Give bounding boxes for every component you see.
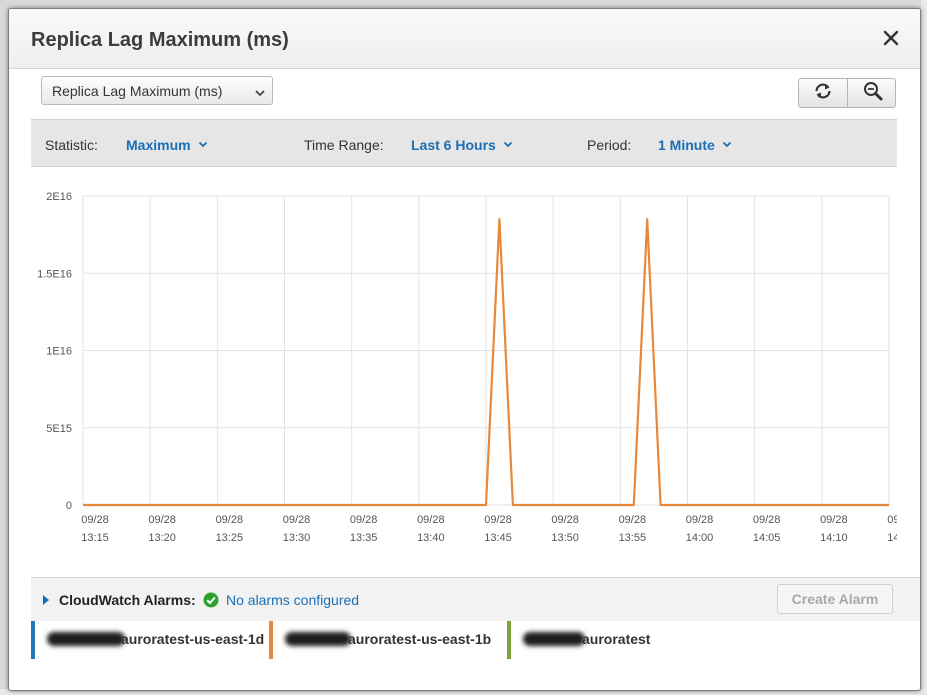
chevron-down-icon <box>722 135 732 151</box>
x-tick-label: 14:10 <box>820 532 848 544</box>
chevron-down-icon <box>198 135 208 151</box>
x-tick-label: 13:40 <box>417 532 445 544</box>
x-tick-label: 14:00 <box>686 532 714 544</box>
y-tick-label: 2E16 <box>46 191 72 203</box>
x-tick-label: 09/28 <box>820 514 848 526</box>
metric-modal: Replica Lag Maximum (ms) Replica Lag Max… <box>8 8 921 691</box>
y-tick-label: 1.5E16 <box>37 268 72 280</box>
redacted-text <box>47 632 125 646</box>
x-tick-label: 09/28 <box>686 514 714 526</box>
statistic-label: Statistic: <box>45 137 98 153</box>
chevron-down-icon <box>503 135 513 151</box>
chevron-down-icon <box>254 85 266 101</box>
x-tick-label: 14:15 <box>887 532 897 544</box>
x-tick-label: 13:25 <box>216 532 244 544</box>
x-tick-label: 13:45 <box>484 532 512 544</box>
x-tick-label: 09/28 <box>148 514 176 526</box>
alarms-label: CloudWatch Alarms: <box>59 592 196 608</box>
period-value: 1 Minute <box>658 137 715 153</box>
redacted-text <box>285 632 351 646</box>
y-tick-label: 1E16 <box>46 346 72 358</box>
legend-item[interactable]: auroratest-us-east-1d <box>31 621 269 659</box>
refresh-icon <box>812 80 834 107</box>
x-tick-label: 13:35 <box>350 532 378 544</box>
legend-item[interactable]: auroratest-us-east-1b <box>269 621 507 659</box>
time-range-value: Last 6 Hours <box>411 137 496 153</box>
x-tick-label: 09/28 <box>484 514 512 526</box>
y-tick-label: 0 <box>66 500 72 512</box>
create-alarm-button[interactable]: Create Alarm <box>777 584 893 614</box>
modal-title: Replica Lag Maximum (ms) <box>31 29 289 51</box>
check-circle-icon <box>203 592 219 613</box>
x-tick-label: 13:15 <box>81 532 109 544</box>
legend-label: auroratest-us-east-1b <box>348 631 492 647</box>
legend-label: auroratest-us-east-1d <box>121 631 265 647</box>
period-label: Period: <box>587 137 632 153</box>
legend-item[interactable]: auroratest <box>507 621 745 659</box>
x-tick-label: 09/28 <box>81 514 109 526</box>
x-tick-label: 13:50 <box>551 532 579 544</box>
x-tick-label: 14:05 <box>753 532 781 544</box>
chart-toolbar <box>798 78 896 108</box>
x-tick-label: 09/28 <box>216 514 244 526</box>
x-tick-label: 09/28 <box>283 514 311 526</box>
metric-select[interactable]: Replica Lag Maximum (ms) <box>41 76 273 105</box>
time-range-label: Time Range: <box>304 137 384 153</box>
x-tick-label: 09/28 <box>551 514 579 526</box>
alarms-bar: CloudWatch Alarms: No alarms configured … <box>31 577 920 621</box>
x-tick-label: 13:20 <box>148 532 176 544</box>
background-strip-right <box>921 0 927 695</box>
chart-area: 0 5E15 1E16 1.5E16 2E16 09/28 13:15 09/28 13:20 0… <box>31 169 897 579</box>
triangle-right-icon[interactable] <box>42 593 50 611</box>
statistic-dropdown[interactable]: Maximum <box>126 135 208 153</box>
x-tick-label: 13:30 <box>283 532 311 544</box>
statistics-bar: Statistic: Maximum Time Range: Last 6 Ho… <box>31 119 897 167</box>
x-tick-label: 09/28 <box>887 514 897 526</box>
close-icon[interactable] <box>880 27 902 49</box>
zoom-icon <box>862 80 884 107</box>
line-chart: 0 5E15 1E16 1.5E16 2E16 09/28 13:15 09/28 13:20 0… <box>37 191 897 544</box>
time-range-dropdown[interactable]: Last 6 Hours <box>411 135 513 153</box>
alarms-status-link[interactable]: No alarms configured <box>226 592 359 608</box>
zoom-button[interactable] <box>848 79 897 107</box>
y-tick-label: 5E15 <box>46 423 72 435</box>
x-tick-label: 13:55 <box>619 532 647 544</box>
refresh-button[interactable] <box>799 79 848 107</box>
modal-header: Replica Lag Maximum (ms) <box>9 9 920 69</box>
x-tick-label: 09/28 <box>350 514 378 526</box>
legend: auroratest-us-east-1d auroratest-us-east… <box>31 621 897 661</box>
x-tick-label: 09/28 <box>619 514 647 526</box>
legend-label: auroratest <box>582 631 651 647</box>
x-tick-label: 09/28 <box>417 514 445 526</box>
statistic-value: Maximum <box>126 137 191 153</box>
redacted-text <box>523 632 585 646</box>
x-tick-label: 09/28 <box>753 514 781 526</box>
metric-select-value: Replica Lag Maximum (ms) <box>52 83 223 99</box>
period-dropdown[interactable]: 1 Minute <box>658 135 732 153</box>
